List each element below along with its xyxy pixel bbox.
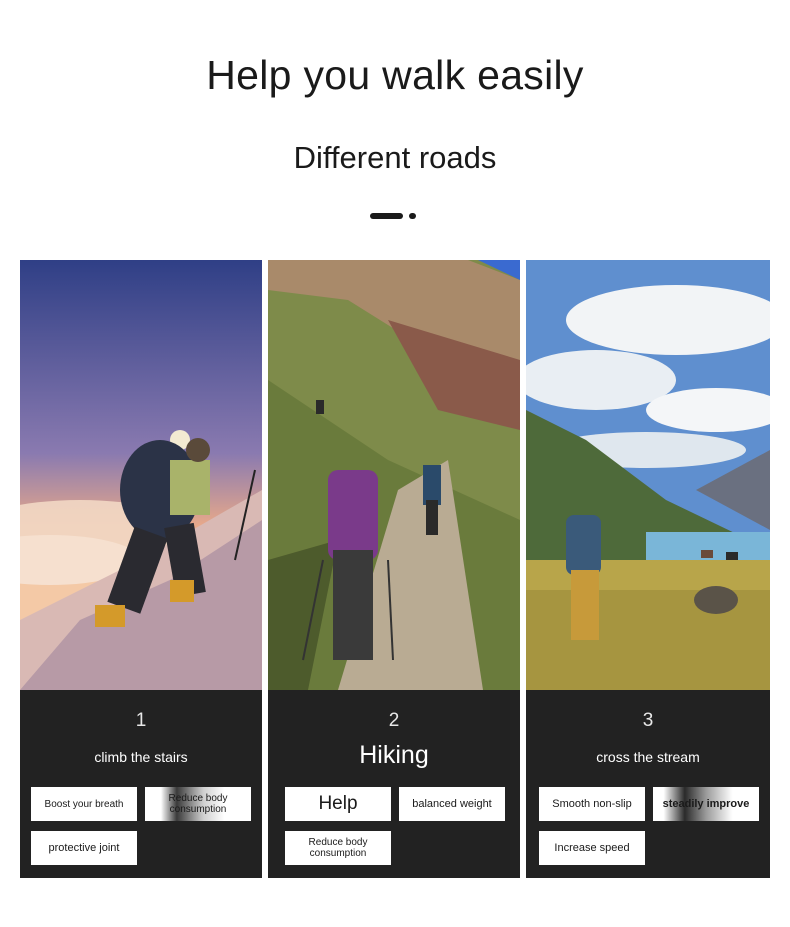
feature-chip: Reduce body consumption	[145, 787, 251, 821]
card-hiking: 2 Hiking Help balanced weight Reduce bod…	[268, 260, 520, 878]
card-title: Hiking	[359, 741, 429, 769]
card-number: 3	[642, 710, 654, 731]
feature-chip: steadily improve	[653, 787, 759, 821]
feature-chip: Smooth non-slip	[539, 787, 645, 821]
feature-chip: Help	[285, 787, 391, 821]
page-subheadline: Different roads	[293, 140, 497, 175]
feature-chip: Increase speed	[539, 831, 645, 865]
card-number: 1	[135, 710, 147, 731]
page-headline: Help you walk easily	[206, 52, 584, 98]
feature-chip: Reduce body consumption	[285, 831, 391, 865]
feature-chip: Boost your breath	[31, 787, 137, 821]
feature-chip: protective joint	[31, 831, 137, 865]
card-title: cross the stream	[596, 749, 700, 765]
feature-chip: balanced weight	[399, 787, 505, 821]
divider-dash	[370, 213, 403, 219]
divider-dot	[409, 213, 416, 219]
stream-landscape-photo	[526, 260, 770, 690]
card-title: climb the stairs	[94, 749, 188, 765]
card-climb-stairs: 1 climb the stairs Boost your breath Red…	[20, 260, 262, 878]
hiking-trail-photo	[268, 260, 520, 690]
card-number: 2	[388, 710, 400, 731]
mountaineer-photo	[20, 260, 262, 690]
card-cross-stream: 3 cross the stream Smooth non-slip stead…	[526, 260, 770, 878]
